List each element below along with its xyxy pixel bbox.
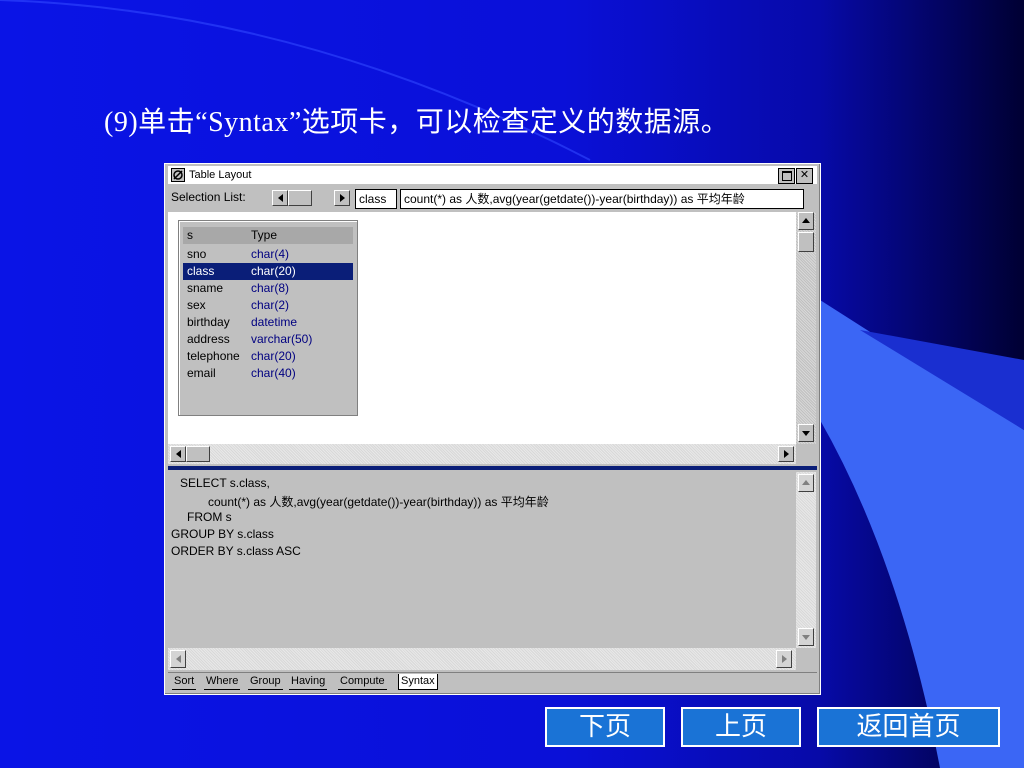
- close-icon: ✕: [799, 169, 810, 181]
- sql-line: GROUP BY s.class: [171, 527, 274, 541]
- arrow-up-icon: [802, 218, 810, 223]
- scroll-right-button[interactable]: [778, 446, 794, 462]
- table-layout-window: Table Layout ✕ Selection List: class cou…: [164, 163, 821, 695]
- column-type: datetime: [251, 315, 298, 329]
- app-icon: [171, 168, 185, 182]
- column-name: class: [187, 264, 215, 278]
- table-header: s Type: [183, 227, 353, 244]
- scroll-right-button[interactable]: [334, 190, 350, 206]
- sql-horizontal-scrollbar[interactable]: [168, 648, 796, 670]
- close-button[interactable]: ✕: [796, 168, 813, 184]
- column-name: address: [187, 332, 230, 346]
- tab-where[interactable]: Where: [204, 674, 241, 690]
- sql-line: FROM s: [187, 510, 232, 524]
- arrow-right-icon: [783, 450, 789, 458]
- sql-vertical-scrollbar[interactable]: [796, 472, 816, 648]
- column-type: char(4): [251, 247, 290, 261]
- maximize-button[interactable]: [778, 168, 795, 184]
- window-title: Table Layout: [189, 169, 252, 181]
- column-type: char(40): [251, 366, 296, 380]
- horizontal-scroll-thumb[interactable]: [186, 446, 210, 462]
- tab-strip: Sort Where Group Having Compute Syntax: [168, 672, 817, 691]
- slide-title: (9)单击“Syntax”选项卡，可以检查定义的数据源。: [104, 107, 730, 138]
- tab-syntax[interactable]: Syntax: [398, 674, 438, 690]
- previous-page-button[interactable]: 上页: [681, 707, 801, 747]
- sql-line: ORDER BY s.class ASC: [171, 544, 301, 558]
- sql-syntax-pane[interactable]: SELECT s.class, count(*) as 人数,avg(year(…: [168, 472, 796, 648]
- scroll-right-button[interactable]: [776, 650, 792, 668]
- scroll-left-button[interactable]: [170, 650, 186, 668]
- column-name: birthday: [187, 315, 230, 329]
- sql-line: count(*) as 人数,avg(year(getdate())-year(…: [208, 495, 549, 509]
- column-type: varchar(50): [251, 332, 313, 346]
- maximize-icon: [781, 171, 792, 181]
- arrow-left-icon: [277, 194, 283, 202]
- arrow-up-icon: [802, 480, 810, 485]
- column-row-sex[interactable]: sex char(2): [183, 297, 353, 314]
- scroll-down-button[interactable]: [798, 628, 814, 646]
- arrow-left-icon: [175, 450, 181, 458]
- canvas-horizontal-scrollbar[interactable]: [168, 444, 796, 464]
- tab-group[interactable]: Group: [248, 674, 283, 690]
- column-row-telephone[interactable]: telephone char(20): [183, 348, 353, 365]
- window-titlebar[interactable]: Table Layout ✕: [168, 166, 817, 184]
- column-row-email[interactable]: email char(40): [183, 365, 353, 382]
- table-s-box[interactable]: s Type sno char(4) class char(20) sname …: [178, 220, 358, 416]
- arrow-down-icon: [802, 635, 810, 640]
- selection-scroll-thumb[interactable]: [288, 190, 312, 206]
- type-column-header: Type: [251, 228, 278, 242]
- scroll-up-button[interactable]: [798, 212, 814, 230]
- scroll-up-button[interactable]: [798, 474, 814, 492]
- column-row-class[interactable]: class char(20): [183, 263, 353, 280]
- arrow-left-icon: [175, 655, 181, 663]
- vertical-scroll-thumb[interactable]: [798, 232, 814, 252]
- home-page-button[interactable]: 返回首页: [817, 707, 1000, 747]
- selection-list-bar: Selection List: class count(*) as 人数,avg…: [168, 186, 817, 210]
- selection-item-class[interactable]: class: [355, 189, 397, 209]
- tab-having[interactable]: Having: [289, 674, 328, 690]
- canvas-vertical-scrollbar[interactable]: [796, 212, 816, 444]
- arrow-right-icon: [781, 655, 787, 663]
- column-type: char(2): [251, 298, 290, 312]
- scroll-left-button[interactable]: [272, 190, 288, 206]
- selection-list-label: Selection List:: [171, 190, 246, 204]
- tab-compute[interactable]: Compute: [338, 674, 387, 690]
- column-name: email: [187, 366, 216, 380]
- column-name: sno: [187, 247, 207, 261]
- column-type: char(20): [251, 349, 296, 363]
- column-row-sno[interactable]: sno char(4): [183, 246, 353, 263]
- pane-splitter[interactable]: [168, 466, 817, 470]
- sql-line: SELECT s.class,: [180, 476, 270, 490]
- scroll-down-button[interactable]: [798, 424, 814, 442]
- column-name: sex: [187, 298, 206, 312]
- column-type: char(8): [251, 281, 290, 295]
- arrow-down-icon: [802, 431, 810, 436]
- tab-sort[interactable]: Sort: [172, 674, 197, 690]
- column-name: telephone: [187, 349, 240, 363]
- column-row-sname[interactable]: sname char(8): [183, 280, 353, 297]
- table-canvas: s Type sno char(4) class char(20) sname …: [168, 212, 796, 444]
- next-page-button[interactable]: 下页: [545, 707, 665, 747]
- column-row-birthday[interactable]: birthday datetime: [183, 314, 353, 331]
- column-row-address[interactable]: address varchar(50): [183, 331, 353, 348]
- arrow-right-icon: [339, 194, 345, 202]
- scroll-left-button[interactable]: [170, 446, 186, 462]
- selection-item-aggregate[interactable]: count(*) as 人数,avg(year(getdate())-year(…: [400, 189, 804, 209]
- column-type: char(20): [251, 264, 296, 278]
- column-name: sname: [187, 281, 224, 295]
- table-name: s: [187, 228, 193, 242]
